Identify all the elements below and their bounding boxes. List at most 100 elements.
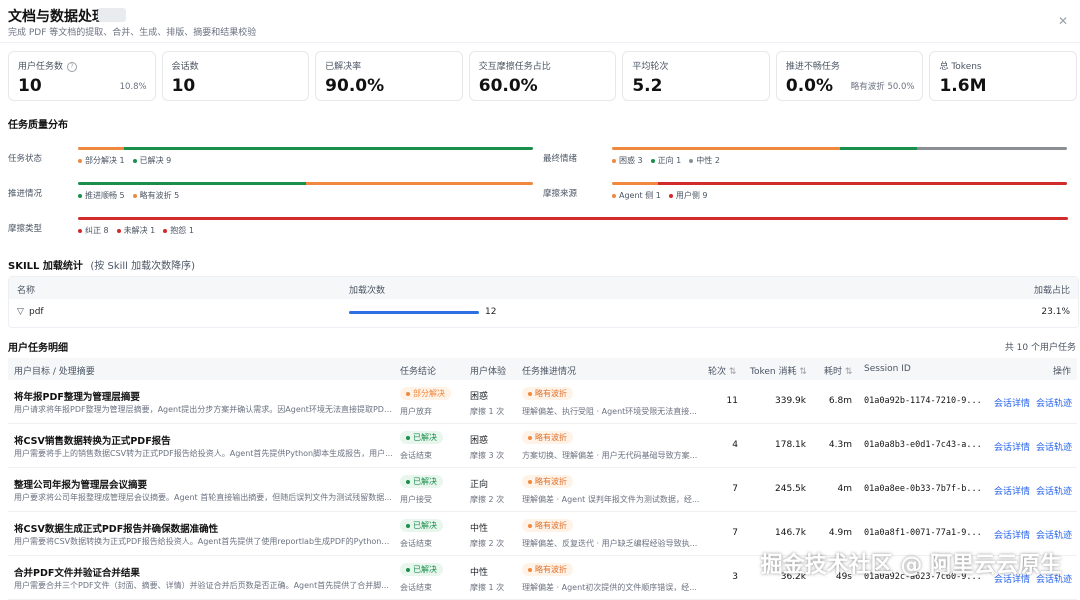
stat-label: 会话数 [171, 62, 199, 72]
stat-value: 90.0% [325, 76, 385, 96]
col-experience: 用户体验 [470, 367, 507, 377]
legend-item: 用户侧 9 [668, 190, 708, 201]
session-trace-link[interactable]: 会话轨迹 [1036, 484, 1072, 497]
table-row[interactable]: 将CSV销售数据转换为正式PDF报告 用户需要将手上的销售数据CSV转为正式PDF… [8, 424, 1077, 468]
col-actions: 操作 [1052, 367, 1071, 377]
progress-detail: 理解偏差、反复迭代 · 用户缺乏编程经验导致执... [522, 539, 698, 548]
legend-item: 已解决 9 [132, 155, 171, 166]
skill-col-count: 加载次数 [349, 286, 386, 296]
legend-dot-icon [163, 228, 168, 233]
task-goal: 将CSV数据生成正式PDF报告并确保数据准确性 [14, 524, 219, 535]
help-icon[interactable]: ? [67, 61, 78, 72]
quality-bar-segment[interactable] [657, 182, 1067, 185]
status-dot-icon [406, 479, 410, 484]
progress-badge: 略有波折 [522, 431, 573, 444]
col-turns[interactable]: 轮次 ⇅ [708, 364, 736, 377]
quality-bar-segment[interactable] [916, 147, 1067, 150]
stat-value: 0.0% [785, 76, 834, 96]
filter-icon: ▽ [17, 307, 24, 317]
progress-dot-icon [528, 567, 532, 572]
quality-stacked-bar [78, 147, 533, 150]
session-detail-link[interactable]: 会话详情 [994, 396, 1030, 409]
stat-card: 会话数 10 [161, 51, 310, 101]
quality-stacked-bar [612, 182, 1067, 185]
session-detail-link[interactable]: 会话详情 [994, 440, 1030, 453]
stat-label: 平均轮次 [632, 62, 669, 72]
stat-value: 1.6M [939, 76, 987, 96]
legend-dot-icon [78, 228, 82, 233]
legend-item: 抱怨 1 [163, 225, 194, 236]
duration: 4.9m [828, 528, 852, 538]
progress-detail: 理解偏差 · Agent初次提供的文件顺序错误，经... [522, 583, 697, 592]
table-row[interactable]: 将年报PDF整理为管理层摘要 用户请求将年报PDF整理为管理层摘要，Agent提出… [8, 380, 1077, 424]
quality-stacked-bar [78, 217, 1068, 220]
skill-row[interactable]: ▽ pdf 12 23.1% [9, 299, 1078, 325]
status-dot-icon [406, 391, 410, 396]
quality-bar-segment[interactable] [969, 217, 1068, 220]
col-duration[interactable]: 耗时 ⇅ [824, 364, 852, 377]
quality-legend: Agent 侧 1 用户侧 9 [612, 190, 708, 201]
quality-bar-segment[interactable] [870, 217, 969, 220]
skill-table: 名称 加载次数 加载占比 ▽ pdf 12 23.1% [8, 276, 1079, 328]
task-summary: 用户需要将CSV数据转换为正式PDF报告给投资人。Agent首先提供了使用rep… [14, 537, 394, 546]
session-detail-link[interactable]: 会话详情 [994, 484, 1030, 497]
progress-dot-icon [528, 391, 532, 396]
quality-bar-segment[interactable] [839, 147, 917, 150]
quality-section-title: 任务质量分布 [8, 120, 68, 131]
quality-bar-segment[interactable] [78, 182, 306, 185]
session-id[interactable]: 01a0a8ee-0b33-7b7f-b... [864, 484, 990, 494]
session-id[interactable]: 01a0a8b3-e0d1-7c43-a... [864, 440, 990, 450]
table-row[interactable]: 整理公司年报为管理层会议摘要 用户要求将公司年报整理成管理层会议摘要。Agent … [8, 468, 1077, 512]
session-detail-link[interactable]: 会话详情 [994, 528, 1030, 541]
legend-item: 推进顺畅 5 [78, 190, 125, 201]
turns: 4 [732, 440, 738, 450]
title-tag-placeholder [98, 8, 126, 22]
stat-card: 已解决率 90.0% [315, 51, 463, 101]
quality-group-label: 摩擦来源 [543, 189, 578, 199]
quality-bar-segment[interactable] [78, 217, 870, 220]
col-session: Session ID [864, 364, 911, 374]
session-id[interactable]: 01a0a8f1-0071-77a1-9... [864, 528, 990, 538]
status-dot-icon [406, 523, 410, 528]
friction-count: 摩擦 1 次 [470, 583, 505, 592]
skill-table-header: 名称 加载次数 加载占比 [9, 277, 1078, 299]
session-trace-link[interactable]: 会话轨迹 [1036, 440, 1072, 453]
progress-badge: 略有波折 [522, 475, 573, 488]
legend-item: 纠正 8 [78, 225, 109, 236]
col-status: 任务结论 [400, 367, 437, 377]
quality-bar-segment[interactable] [305, 182, 533, 185]
turns: 7 [732, 528, 738, 538]
legend-dot-icon [78, 193, 82, 198]
quality-legend: 推进顺畅 5 略有波折 5 [78, 190, 179, 201]
tokens: 245.5k [775, 484, 806, 494]
legend-item: Agent 侧 1 [612, 190, 661, 201]
progress-badge: 略有波折 [522, 387, 573, 400]
status-dot-icon [406, 435, 410, 440]
status-sub: 会话结束 [400, 583, 432, 592]
user-experience: 中性 [470, 568, 489, 578]
page-title: 文档与数据处理 [8, 9, 106, 25]
quality-bar-segment[interactable] [78, 147, 124, 150]
col-tokens-label: Token 消耗 [750, 367, 797, 377]
quality-bar-segment[interactable] [612, 182, 658, 185]
task-summary: 用户要求将公司年报整理成管理层会议摘要。Agent 首轮直接输出摘要，但随后误判… [14, 493, 392, 502]
stat-card: 总 Tokens 1.6M [929, 51, 1078, 101]
legend-dot-icon [116, 228, 121, 233]
skill-col-name: 名称 [17, 286, 36, 296]
stat-card: 推进不畅任务 0.0% 略有波折 50.0% [775, 51, 924, 101]
session-trace-link[interactable]: 会话轨迹 [1036, 396, 1072, 409]
session-id[interactable]: 01a0a92b-1174-7210-9... [864, 396, 990, 406]
stat-value: 60.0% [478, 76, 538, 96]
tasks-section-title: 用户任务明细 [8, 343, 68, 354]
progress-detail: 方案切换、理解偏差 · 用户无代码基础导致方案... [522, 451, 698, 460]
progress-dot-icon [528, 479, 532, 484]
quality-bar-segment[interactable] [123, 147, 533, 150]
session-trace-link[interactable]: 会话轨迹 [1036, 528, 1072, 541]
close-icon[interactable]: ✕ [1058, 14, 1068, 28]
tasks-total: 共 10 个用户任务 [1004, 343, 1076, 353]
quality-bar-segment[interactable] [612, 147, 840, 150]
skill-count: 12 [485, 307, 497, 317]
col-tokens[interactable]: Token 消耗 ⇅ [750, 364, 807, 377]
turns: 3 [732, 572, 738, 582]
progress-badge: 略有波折 [522, 563, 573, 576]
